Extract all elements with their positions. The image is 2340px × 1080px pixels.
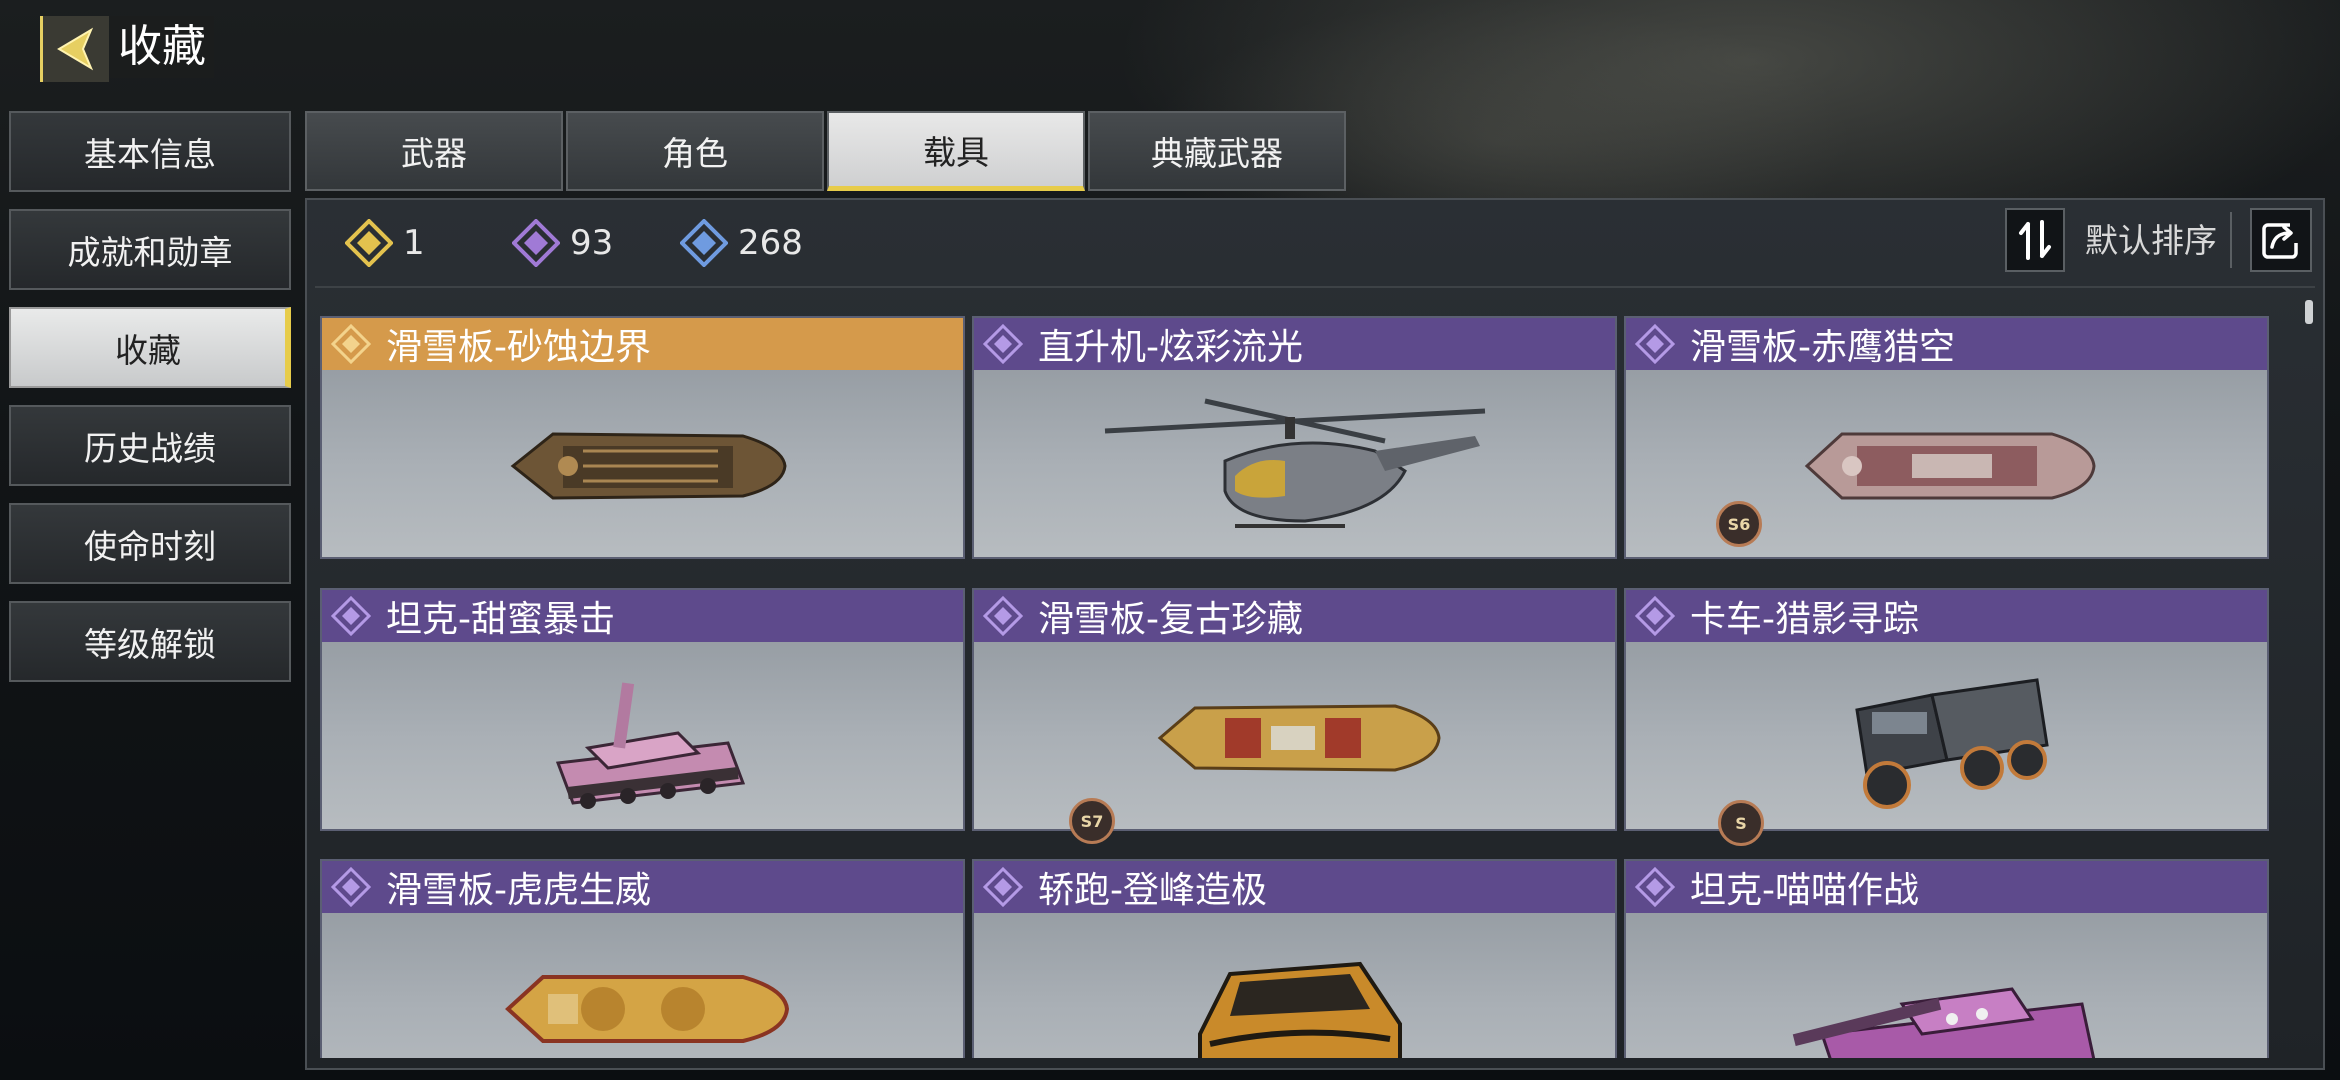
sort-label[interactable]: 默认排序 <box>2085 218 2217 264</box>
share-icon <box>2262 223 2298 259</box>
card-title: 直升机-炫彩流光 <box>1038 327 1303 368</box>
sidebar-item-label: 历史战绩 <box>84 428 216 468</box>
card-header: 坦克-喵喵作战 <box>1626 861 2267 913</box>
vehicle-card[interactable]: 滑雪板-复古珍藏 S7 <box>972 588 1617 844</box>
panel-divider <box>315 286 2315 288</box>
tab-label: 武器 <box>401 134 467 173</box>
hoverboard-image <box>322 917 963 1058</box>
legendary-count: 1 <box>403 223 425 263</box>
toolbar-divider <box>2230 212 2232 268</box>
card-header: 轿跑-登峰造极 <box>974 861 1615 913</box>
vehicle-card[interactable]: 坦克-喵喵作战 <box>1624 859 2269 1058</box>
vehicle-card[interactable]: 轿跑-登峰造极 <box>972 859 1617 1058</box>
sort-button[interactable] <box>2005 208 2065 272</box>
card-title: 滑雪板-赤鹰猎空 <box>1690 327 1955 368</box>
page-title: 收藏 <box>110 16 214 78</box>
car-image <box>974 917 1615 1058</box>
tab-label: 角色 <box>662 134 728 173</box>
tab-vehicles[interactable]: 载具 <box>827 111 1085 191</box>
hoverboard-image <box>974 646 1615 829</box>
card-header: 卡车-猎影寻踪 <box>1626 590 2267 642</box>
sidebar-item-basic-info[interactable]: 基本信息 <box>9 111 291 192</box>
card-header: 坦克-甜蜜暴击 <box>322 590 963 642</box>
vehicle-grid: 滑雪板-砂蚀边界 直升机-炫彩流光 滑雪板-赤鹰猎空 S6 坦克-甜蜜暴击 滑雪… <box>320 316 2270 1058</box>
card-title: 滑雪板-复古珍藏 <box>1038 599 1303 640</box>
card-title: 坦克-喵喵作战 <box>1690 870 1919 911</box>
legendary-counter: 1 <box>345 218 425 268</box>
epic-diamond-icon <box>328 864 374 910</box>
epic-diamond-icon <box>1632 321 1678 367</box>
card-header: 滑雪板-虎虎生威 <box>322 861 963 913</box>
sidebar-item-moments[interactable]: 使命时刻 <box>9 503 291 584</box>
sidebar-item-label: 基本信息 <box>84 134 216 174</box>
season-badge: S6 <box>1716 501 1762 547</box>
vehicle-card[interactable]: 滑雪板-砂蚀边界 <box>320 316 965 559</box>
rare-diamond-icon <box>680 219 728 267</box>
card-title: 轿跑-登峰造极 <box>1038 870 1267 911</box>
vehicle-card[interactable]: 滑雪板-虎虎生威 <box>320 859 965 1058</box>
card-header: 直升机-炫彩流光 <box>974 318 1615 370</box>
epic-diamond-icon <box>980 593 1026 639</box>
card-header: 滑雪板-复古珍藏 <box>974 590 1615 642</box>
tab-characters[interactable]: 角色 <box>566 111 824 191</box>
sidebar-item-label: 使命时刻 <box>84 526 216 566</box>
epic-diamond-icon <box>980 864 1026 910</box>
share-button[interactable] <box>2250 208 2312 272</box>
card-header: 滑雪板-砂蚀边界 <box>322 318 963 370</box>
epic-count: 93 <box>570 223 614 263</box>
tank-image <box>322 646 963 829</box>
back-arrow-icon <box>57 27 94 71</box>
card-title: 滑雪板-虎虎生威 <box>386 870 651 911</box>
vehicle-card[interactable]: 坦克-甜蜜暴击 <box>320 588 965 831</box>
card-title: 坦克-甜蜜暴击 <box>386 599 615 640</box>
legendary-diamond-icon <box>328 321 374 367</box>
epic-diamond-icon <box>980 321 1026 367</box>
back-button[interactable] <box>40 16 109 82</box>
legendary-diamond-icon <box>345 219 393 267</box>
sidebar-item-achievements[interactable]: 成就和勋章 <box>9 209 291 290</box>
tab-legendary-weapons[interactable]: 典藏武器 <box>1088 111 1346 191</box>
epic-diamond-icon <box>1632 864 1678 910</box>
tab-weapons[interactable]: 武器 <box>305 111 563 191</box>
vehicle-card[interactable]: 卡车-猎影寻踪 S <box>1624 588 2269 846</box>
season-badge: S <box>1718 800 1764 846</box>
sort-icon <box>2019 220 2051 260</box>
sidebar-item-label: 收藏 <box>115 330 181 370</box>
vehicle-card[interactable]: 滑雪板-赤鹰猎空 S6 <box>1624 316 2269 559</box>
helicopter-image <box>974 374 1615 557</box>
epic-diamond-icon <box>512 219 560 267</box>
epic-counter: 93 <box>512 218 613 268</box>
tank-image <box>1626 917 2267 1058</box>
tab-label: 载具 <box>923 132 989 172</box>
epic-diamond-icon <box>1632 593 1678 639</box>
sidebar-item-label: 等级解锁 <box>84 624 216 664</box>
sidebar-item-collection[interactable]: 收藏 <box>9 307 291 388</box>
rare-count: 268 <box>738 223 803 263</box>
vehicle-card[interactable]: 直升机-炫彩流光 <box>972 316 1617 559</box>
tab-label: 典藏武器 <box>1151 134 1283 173</box>
sidebar-item-history[interactable]: 历史战绩 <box>9 405 291 486</box>
card-title: 滑雪板-砂蚀边界 <box>386 327 651 368</box>
rare-counter: 268 <box>680 218 803 268</box>
season-badge: S7 <box>1069 798 1115 844</box>
epic-diamond-icon <box>328 593 374 639</box>
card-header: 滑雪板-赤鹰猎空 <box>1626 318 2267 370</box>
scrollbar-thumb[interactable] <box>2305 300 2313 324</box>
sidebar-item-level-unlock[interactable]: 等级解锁 <box>9 601 291 682</box>
sidebar-item-label: 成就和勋章 <box>67 232 233 272</box>
hoverboard-image <box>322 374 963 557</box>
truck-image <box>1626 646 2267 829</box>
card-title: 卡车-猎影寻踪 <box>1690 599 1919 640</box>
